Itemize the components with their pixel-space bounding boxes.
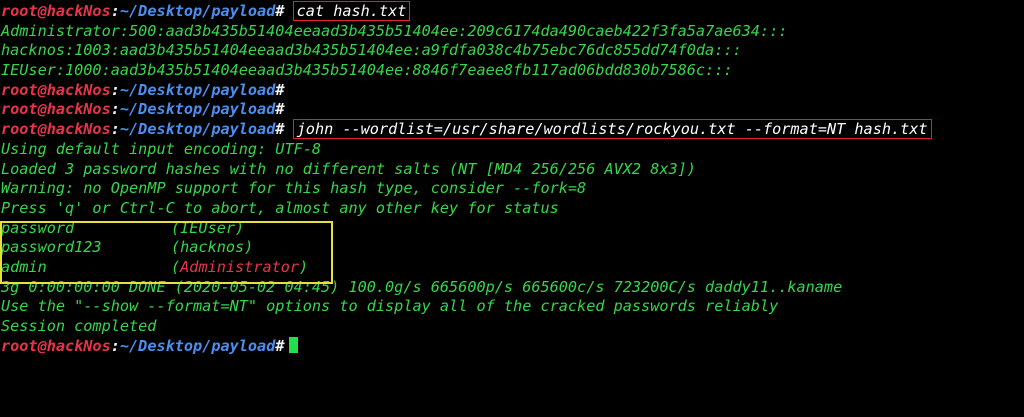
highlighted-command: john --wordlist=/usr/share/wordlists/roc… (292, 119, 932, 140)
cracked-password-row: password (IEUser) (0, 219, 1024, 239)
output-text: Using default input encoding: UTF-8 (1, 139, 322, 158)
prompt-user: root@hackNos (1, 336, 111, 355)
prompt-separator: : (110, 100, 120, 119)
terminal-window[interactable]: root@hackNos:~/Desktop/payload# cat hash… (0, 0, 1024, 417)
prompt-symbol: # (275, 2, 285, 20)
output-text: Session completed (1, 317, 157, 335)
output-line: Administrator:500:aad3b435b51404eeaad3b4… (0, 22, 1024, 42)
output-text: Warning: no OpenMP support for this hash… (1, 179, 587, 198)
prompt-path: ~/Desktop/payload (119, 120, 276, 139)
output-text: 3g 0:00:00:00 DONE (2020-05-02 04:45) 10… (1, 277, 843, 296)
cracked-password: password (1, 218, 75, 237)
prompt-separator: : (110, 80, 120, 99)
output-line: Loaded 3 password hashes with no differe… (0, 160, 1024, 180)
prompt-user: root@hackNos (1, 80, 111, 99)
output-text: IEUser:1000:aad3b435b51404eeaad3b435b514… (1, 61, 733, 80)
prompt-user: root@hackNos (1, 120, 111, 139)
prompt-separator: : (110, 120, 120, 139)
prompt-separator: : (110, 2, 120, 20)
cracked-account: (Administrator) (171, 257, 309, 276)
output-line: hacknos:1003:aad3b435b51404eeaad3b435b51… (0, 41, 1024, 61)
prompt-user: root@hackNos (1, 100, 111, 119)
output-line: Use the "--show --format=NT" options to … (0, 297, 1024, 317)
prompt-user: root@hackNos (1, 2, 111, 20)
prompt-symbol: # (275, 120, 285, 139)
prompt-separator: : (110, 336, 120, 355)
prompt-path: ~/Desktop/payload (119, 336, 276, 355)
prompt-line: root@hackNos:~/Desktop/payload# cat hash… (0, 1, 1024, 22)
output-line: IEUser:1000:aad3b435b51404eeaad3b435b514… (0, 61, 1024, 81)
prompt-line: root@hackNos:~/Desktop/payload# john --w… (0, 119, 1024, 140)
prompt-path: ~/Desktop/payload (119, 100, 276, 119)
output-line: 3g 0:00:00:00 DONE (2020-05-02 04:45) 10… (0, 278, 1024, 298)
prompt-path: ~/Desktop/payload (119, 80, 276, 99)
prompt-line: root@hackNos:~/Desktop/payload# (0, 100, 1024, 120)
prompt-path: ~/Desktop/payload (119, 2, 276, 20)
highlighted-command: cat hash.txt (292, 1, 411, 21)
prompt-line: root@hackNos:~/Desktop/payload# (0, 81, 1024, 101)
prompt-symbol: # (275, 336, 285, 355)
cracked-password: admin (1, 257, 47, 276)
output-line: Warning: no OpenMP support for this hash… (0, 179, 1024, 199)
prompt-symbol: # (275, 80, 285, 99)
cracked-account: (hacknos) (171, 238, 254, 257)
cracked-password-row: password123 (hacknos) (0, 238, 1024, 258)
prompt-line: root@hackNos:~/Desktop/payload# (0, 336, 1024, 357)
output-text: Loaded 3 password hashes with no differe… (1, 159, 696, 178)
cracked-password: password123 (1, 238, 102, 257)
terminal-cursor[interactable] (288, 336, 298, 353)
cracked-account: (IEUser) (171, 218, 245, 237)
output-text: Press 'q' or Ctrl-C to abort, almost any… (1, 198, 559, 217)
cracked-password-row: admin (Administrator) (0, 258, 1024, 278)
output-line: Press 'q' or Ctrl-C to abort, almost any… (0, 199, 1024, 219)
output-text: Administrator:500:aad3b435b51404eeaad3b4… (1, 21, 788, 40)
prompt-symbol: # (275, 100, 285, 119)
output-line: Using default input encoding: UTF-8 (0, 140, 1024, 160)
output-text: hacknos:1003:aad3b435b51404eeaad3b435b51… (1, 41, 742, 60)
output-text: Use the "--show --format=NT" options to … (1, 297, 779, 316)
output-line: Session completed (0, 317, 1024, 337)
terminal-output: root@hackNos:~/Desktop/payload# cat hash… (0, 1, 1024, 357)
